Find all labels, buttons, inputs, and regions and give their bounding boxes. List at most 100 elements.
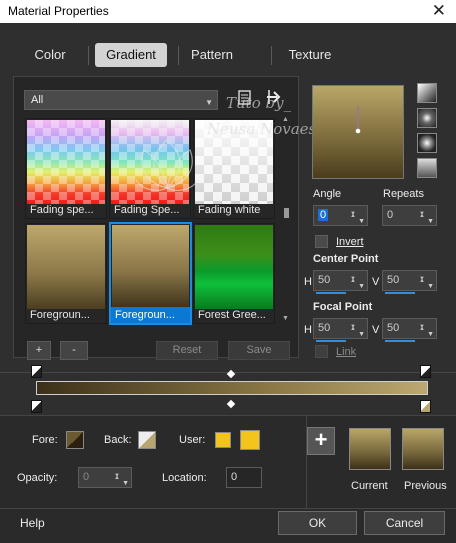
add-gradient-button[interactable]: + — [27, 341, 51, 360]
thumb-image — [27, 225, 105, 309]
user-color-swatch[interactable] — [215, 432, 231, 448]
chevron-down-icon[interactable]: ▼ — [358, 325, 365, 344]
opacity-label: Opacity: — [17, 472, 58, 484]
scroll-thumb[interactable] — [284, 208, 289, 218]
back-label: Back: — [104, 434, 132, 446]
chevron-down-icon[interactable]: ▼ — [427, 277, 434, 296]
angle-stepper[interactable]: 0 ▲ ▼ ▼ — [313, 205, 368, 226]
thumb-label: Forest Gree... — [198, 309, 266, 321]
title-bar: Material Properties ✕ — [0, 0, 456, 23]
bottom-stop-right-marker[interactable] — [420, 400, 431, 413]
close-icon[interactable]: ✕ — [432, 1, 446, 21]
gradient-editor-bar[interactable] — [36, 381, 428, 395]
location-field[interactable]: 0 — [226, 467, 262, 488]
chevron-down-icon[interactable]: ▼ — [358, 212, 365, 231]
invert-checkbox[interactable] — [315, 235, 328, 248]
gradient-preview[interactable] — [312, 85, 404, 179]
center-point-label: Center Point — [313, 253, 379, 265]
gradient-thumb-foreground-selected[interactable]: Foregroun... — [109, 222, 192, 325]
help-button[interactable]: Help — [20, 516, 45, 530]
stepper-down-icon[interactable]: ▼ — [350, 270, 356, 289]
tab-divider — [271, 46, 272, 65]
fore-label: Fore: — [32, 434, 58, 446]
thumb-image — [27, 120, 105, 204]
current-swatch — [349, 428, 391, 470]
ok-button[interactable]: OK — [278, 511, 357, 535]
gradient-thumb-fading-spectrum[interactable]: Fading spe... — [25, 118, 107, 219]
thumb-label: Fading Spe... — [114, 204, 180, 216]
tab-pattern[interactable]: Pattern — [183, 43, 241, 67]
location-value: 0 — [231, 471, 238, 483]
center-h-label: H — [304, 276, 312, 288]
user-color-picker[interactable] — [240, 430, 260, 450]
fore-color-swatch[interactable] — [66, 431, 84, 449]
tab-gradient[interactable]: Gradient — [95, 43, 167, 67]
watermark-line2: Neusa Novaes — [207, 120, 317, 138]
cancel-button[interactable]: Cancel — [364, 511, 445, 535]
focal-h-slider[interactable] — [316, 340, 346, 342]
chevron-down-icon[interactable]: ▼ — [427, 212, 434, 231]
angle-value: 0 — [318, 209, 329, 221]
center-v-value: 50 — [387, 274, 400, 286]
chevron-down-icon[interactable]: ▼ — [358, 277, 365, 296]
gradient-thumb-foreground-background[interactable]: Foregroun... — [25, 223, 107, 324]
reset-button[interactable]: Reset — [156, 341, 218, 360]
previous-swatch[interactable] — [402, 428, 444, 470]
stepper-down-icon[interactable]: ▼ — [350, 205, 356, 224]
location-label: Location: — [162, 472, 207, 484]
angle-needle-icon — [355, 106, 361, 134]
chevron-down-icon[interactable]: ▼ — [122, 474, 129, 493]
focal-v-value: 50 — [387, 322, 400, 334]
center-h-slider[interactable] — [316, 292, 346, 294]
stepper-down-icon[interactable]: ▼ — [114, 467, 120, 486]
back-color-swatch[interactable] — [138, 431, 156, 449]
user-label: User: — [179, 434, 206, 446]
chevron-down-icon: ▼ — [205, 98, 213, 107]
stepper-down-icon[interactable]: ▼ — [419, 205, 425, 224]
focal-h-stepper[interactable]: 50 ▲ ▼ ▼ — [313, 318, 368, 342]
watermark-flower-icon — [132, 128, 202, 198]
focal-point-label: Focal Point — [313, 301, 373, 313]
add-to-swatches-button[interactable]: + — [307, 427, 335, 455]
thumb-image — [195, 225, 273, 309]
link-label: Link — [336, 346, 357, 358]
library-scrollbar[interactable]: ▲ ▼ — [281, 116, 291, 322]
center-v-stepper[interactable]: 50 ▲ ▼ ▼ — [382, 270, 437, 294]
gradient-thumb-forest-green[interactable]: Forest Gree... — [193, 223, 275, 324]
chevron-down-icon[interactable]: ▼ — [427, 325, 434, 344]
stepper-down-icon[interactable]: ▼ — [350, 318, 356, 337]
center-v-label: V — [372, 276, 380, 288]
focal-v-stepper[interactable]: 50 ▲ ▼ ▼ — [382, 318, 437, 342]
top-stop-left-marker[interactable] — [31, 365, 42, 378]
stepper-down-icon[interactable]: ▼ — [419, 270, 425, 289]
thumb-image — [112, 225, 189, 309]
link-checkbox[interactable] — [315, 345, 328, 358]
rectangular-style-icon[interactable] — [417, 108, 437, 128]
tab-color[interactable]: Color — [17, 43, 83, 67]
scroll-down-icon[interactable]: ▼ — [282, 315, 289, 322]
linear-style-icon[interactable] — [417, 83, 437, 103]
focal-h-label: H — [304, 324, 312, 336]
tab-texture[interactable]: Texture — [277, 43, 343, 67]
top-stop-right-marker[interactable] — [420, 365, 431, 378]
remove-gradient-button[interactable]: - — [60, 341, 88, 360]
category-dropdown[interactable]: All ▼ — [24, 90, 218, 110]
category-value: All — [31, 94, 44, 106]
save-gradient-button[interactable]: Save — [228, 341, 290, 360]
thumb-label: Foregroun... — [115, 309, 175, 321]
tab-bar: Color Gradient Pattern Texture — [0, 43, 456, 69]
opacity-stepper[interactable]: 0 ▲ ▼ ▼ — [78, 467, 132, 488]
center-h-stepper[interactable]: 50 ▲ ▼ ▼ — [313, 270, 368, 294]
center-v-slider[interactable] — [385, 292, 415, 294]
tab-divider — [178, 46, 179, 65]
repeats-stepper[interactable]: 0 ▲ ▼ ▼ — [382, 205, 437, 226]
bottom-stop-left-marker[interactable] — [31, 400, 42, 413]
color-midpoint-marker[interactable] — [226, 399, 236, 409]
sunburst-style-icon[interactable] — [417, 158, 437, 178]
stepper-down-icon[interactable]: ▼ — [419, 318, 425, 337]
radial-style-icon[interactable] — [417, 133, 437, 153]
focal-v-slider[interactable] — [385, 340, 415, 342]
watermark-line1: Tuto by_ — [226, 94, 292, 112]
current-label: Current — [351, 480, 388, 492]
thumb-label: Foregroun... — [30, 309, 90, 321]
